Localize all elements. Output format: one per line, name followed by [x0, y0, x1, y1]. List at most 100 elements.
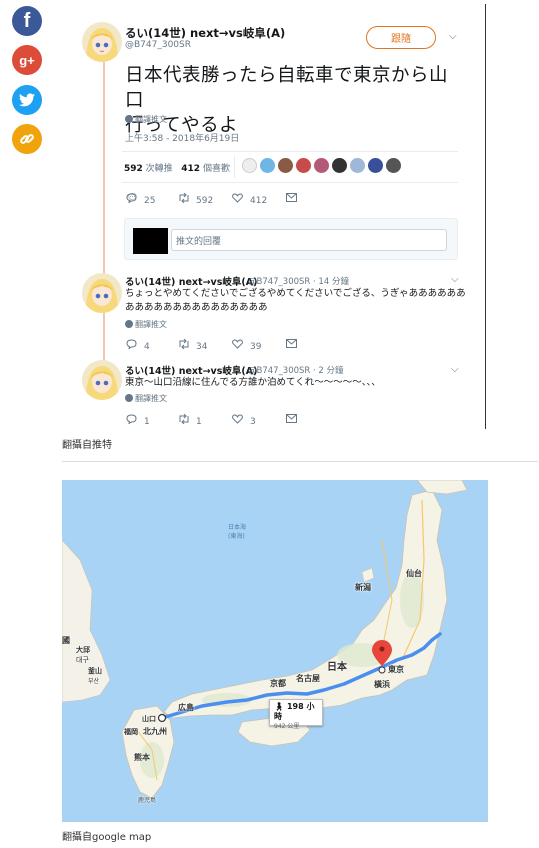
map-label-japan: 日本: [327, 662, 347, 673]
retweet-count: 34: [196, 342, 208, 352]
map-label-yokohama: 橫浜: [374, 680, 390, 689]
link-icon: [19, 131, 35, 147]
image-caption: 翻攝自推特: [62, 440, 112, 451]
author-name[interactable]: るい(14世) next→vs岐阜(A): [125, 25, 285, 41]
translate-label: 翻譯推文: [135, 320, 167, 329]
reply-action[interactable]: 4: [126, 339, 150, 352]
stats-divider: [234, 156, 235, 178]
envelope-icon: [286, 193, 297, 205]
avatar[interactable]: [82, 22, 122, 62]
map-label-fukuoka: 福岡: [124, 728, 138, 736]
engagement-stats: 592 次轉推 412 個喜歡: [124, 161, 230, 174]
retweet-action[interactable]: 592: [178, 192, 214, 206]
reply-handle-time[interactable]: @B747_300SR · 14 分鐘: [248, 275, 349, 287]
dm-action[interactable]: [286, 339, 297, 351]
googleplus-icon: g+: [19, 52, 35, 68]
envelope-icon: [286, 414, 297, 426]
map-label-busan: 釜山 부산: [88, 667, 102, 685]
heart-icon: [232, 414, 250, 427]
map-label-kyoto: 京都: [270, 679, 286, 688]
googleplus-share-button[interactable]: g+: [12, 45, 42, 75]
divider: [122, 182, 458, 183]
reply-author-name[interactable]: るい(14世) next→vs岐阜(A): [125, 274, 257, 288]
tweet-timestamp[interactable]: 上午3:58 - 2018年6月19日: [125, 131, 239, 144]
reply-text: 東京～山口沿線に住んでる方誰か泊めてくれ～～～～～、、、: [125, 377, 381, 388]
follow-button[interactable]: 跟隨: [366, 26, 436, 49]
globe-icon: [125, 394, 133, 402]
liker-avatar[interactable]: [278, 158, 293, 173]
liker-avatar[interactable]: [332, 158, 347, 173]
avatar[interactable]: [82, 360, 122, 400]
reply-author-name[interactable]: るい(14世) next→vs岐阜(A): [125, 363, 257, 377]
tweet-text-line-1: 日本代表勝ったら自転車で東京から山口: [125, 65, 449, 111]
liker-avatar[interactable]: [314, 158, 329, 173]
liker-avatar[interactable]: [386, 158, 401, 173]
liker-avatar[interactable]: [242, 158, 257, 173]
reply-icon: [126, 193, 144, 206]
globe-icon: [125, 320, 133, 328]
chevron-down-icon[interactable]: ⌵: [451, 274, 459, 285]
liker-avatar[interactable]: [350, 158, 365, 173]
translate-tweet-link[interactable]: 翻譯推文: [125, 319, 167, 330]
image-caption: 翻攝自google map: [62, 832, 152, 843]
retweet-icon: [178, 413, 196, 427]
reply-action[interactable]: 1: [126, 414, 150, 427]
thread-line: [103, 62, 105, 362]
reply-count: 1: [144, 417, 150, 427]
map-label-yamaguchi: 山口: [142, 715, 156, 723]
twitter-share-button[interactable]: [12, 85, 42, 115]
liker-avatar[interactable]: [368, 158, 383, 173]
chevron-down-icon[interactable]: ⌵: [449, 31, 457, 42]
like-action[interactable]: 3: [232, 414, 256, 427]
map-label-niigata: 新潟: [355, 583, 371, 592]
copy-link-button[interactable]: [12, 124, 42, 154]
map-terrain: [62, 480, 488, 822]
liker-avatar[interactable]: [296, 158, 311, 173]
twitter-bird-icon: [19, 93, 35, 107]
retweet-action[interactable]: 1: [178, 413, 202, 427]
reply-icon: [126, 414, 144, 427]
retweet-icon: [178, 338, 196, 352]
retweet-count: 1: [196, 417, 202, 427]
facebook-icon: f: [23, 9, 31, 32]
avatar[interactable]: [82, 273, 122, 313]
reply-handle-time[interactable]: @B747_300SR · 2 分鐘: [248, 364, 344, 376]
retweet-action-count: 592: [196, 196, 214, 206]
translate-tweet-link[interactable]: 翻譯推文: [125, 393, 167, 404]
chevron-down-icon[interactable]: ⌵: [451, 364, 459, 375]
reply-text: ちょっとやめてくださいでござるやめてくださいでござる、うぎゃああああああああああ…: [125, 288, 466, 313]
heart-icon: [232, 193, 250, 206]
map-label-korea: 國: [62, 636, 70, 645]
like-action[interactable]: 39: [232, 339, 261, 352]
reply-count: 25: [144, 196, 156, 206]
tweet-text: 日本代表勝ったら自転車で東京から山口 行ってやるよ: [125, 63, 465, 138]
route-end-point: [378, 666, 386, 674]
tweet-screenshot: るい(14世) next→vs岐阜(A) @B747_300SR 跟隨 ⌵ 日本…: [62, 0, 488, 433]
retweet-count[interactable]: 592: [124, 164, 143, 174]
dm-action[interactable]: [286, 193, 297, 205]
dm-action[interactable]: [286, 414, 297, 426]
reply-action[interactable]: 25: [126, 193, 155, 206]
like-action-count: 412: [250, 196, 268, 206]
retweet-action[interactable]: 34: [178, 338, 208, 352]
translate-label: 翻譯推文: [135, 394, 167, 403]
map-label-kumamoto: 熊本: [134, 753, 150, 762]
like-label: 個喜歡: [202, 164, 230, 174]
reply-count: 4: [144, 342, 150, 352]
map-label-hiroshima: 広島: [178, 703, 194, 712]
route-time: 🚶︎ 198 小時: [274, 702, 315, 721]
translate-tweet-link[interactable]: 翻譯推文: [125, 114, 167, 125]
facebook-share-button[interactable]: f: [12, 6, 42, 36]
like-count[interactable]: 412: [181, 164, 200, 174]
retweet-icon: [178, 192, 196, 206]
divider: [122, 151, 458, 152]
like-action[interactable]: 412: [232, 193, 267, 206]
liker-avatar[interactable]: [260, 158, 275, 173]
route-info-box[interactable]: 🚶︎ 198 小時 942 公里: [269, 699, 323, 730]
route-start-marker[interactable]: [157, 713, 167, 723]
reply-input[interactable]: 推文的回覆: [171, 229, 447, 251]
like-count: 3: [250, 417, 256, 427]
author-handle[interactable]: @B747_300SR: [125, 40, 191, 50]
map-label-tokyo: 東京: [388, 665, 404, 674]
globe-icon: [125, 115, 133, 123]
